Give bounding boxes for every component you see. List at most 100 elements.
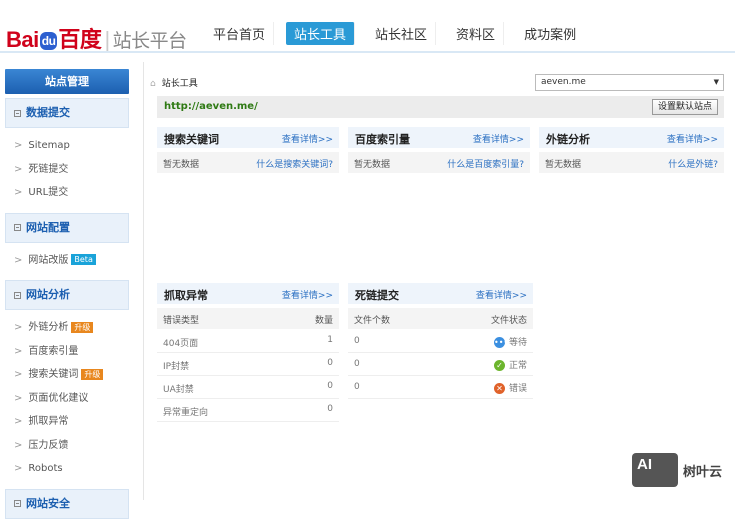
no-data-text: 暂无数据 — [545, 160, 582, 170]
pending-icon: ••• — [493, 337, 509, 348]
panel-title: 外链分析 — [546, 133, 590, 146]
item-label: Sitemap — [28, 140, 70, 151]
section-site-security[interactable]: 网站安全 — [5, 488, 129, 519]
column-header: 错误类型 — [163, 316, 200, 326]
chevron-right-icon: > — [14, 254, 23, 266]
sidebar-item-index[interactable]: > 百度索引量 — [5, 340, 129, 364]
item-label: 页面优化建议 — [28, 392, 89, 404]
error-count: 0 — [327, 381, 333, 391]
breadcrumb: ⌂ 站长工具 — [150, 76, 198, 89]
sidebar-item-robots[interactable]: > Robots — [5, 457, 129, 481]
collapse-icon — [14, 224, 21, 231]
sidebar-item-keywords[interactable]: > 搜索关键词 升级 — [5, 363, 129, 387]
section-site-config[interactable]: 网站配置 — [5, 212, 129, 243]
no-data-text: 暂无数据 — [354, 160, 391, 170]
panel-deadlink-submit: 死链提交 查看详情>> 文件个数 文件状态 0 •••等待 0 ✓ 正常 0 ✕ 错误 — [348, 283, 533, 399]
table-row: UA封禁 0 — [157, 376, 339, 399]
item-label: 死链提交 — [28, 163, 69, 175]
section-label: 网站安全 — [26, 496, 70, 510]
nav-community[interactable]: 站长社区 — [367, 22, 437, 45]
upgrade-badge: 升级 — [71, 321, 94, 333]
error-count: 1 — [327, 335, 333, 345]
help-link[interactable]: 什么是百度索引量? — [447, 157, 524, 170]
baidu-logo[interactable]: Bai du 百度 | 站长平台 — [6, 22, 187, 54]
paw-icon: du — [39, 32, 58, 51]
item-label: 百度索引量 — [28, 345, 79, 357]
site-select[interactable]: aeven.me ▼ — [535, 74, 724, 91]
view-details-link[interactable]: 查看详情>> — [282, 288, 333, 301]
chevron-right-icon: > — [14, 463, 23, 474]
section-label: 网站配置 — [26, 220, 70, 234]
chevron-right-icon: > — [14, 439, 23, 451]
error-count: 0 — [327, 358, 333, 368]
panel-title: 百度索引量 — [355, 133, 410, 146]
panel-backlinks: 外链分析 查看详情>> 暂无数据 什么是外链? — [539, 127, 724, 173]
sidebar-item-deadlink[interactable]: > 死链提交 — [5, 158, 129, 182]
error-type: 404页面 — [163, 339, 199, 349]
file-status: 正常 — [508, 361, 527, 371]
sidebar-item-crawl-errors[interactable]: > 抓取异常 — [5, 410, 129, 434]
upgrade-badge: 升级 — [81, 368, 104, 380]
view-details-link[interactable]: 查看详情>> — [476, 288, 527, 301]
table-row: 404页面 1 — [157, 330, 339, 353]
section-label: 网站分析 — [26, 288, 70, 301]
sidebar-item-backlinks[interactable]: > 外链分析 升级 — [5, 316, 129, 340]
dropdown-arrow-icon: ▼ — [713, 78, 719, 86]
beta-badge: Beta — [71, 254, 96, 265]
panel-keywords: 搜索关键词 查看详情>> 暂无数据 什么是搜索关键词? — [157, 127, 339, 173]
section-site-analysis[interactable]: 网站分析 — [5, 280, 129, 310]
panel-crawl-errors: 抓取异常 查看详情>> 错误类型 数量 404页面 1 IP封禁 0 UA封禁 0 异常重… — [157, 283, 339, 422]
nav-home[interactable]: 平台首页 — [205, 22, 275, 45]
help-link[interactable]: 什么是搜索关键词? — [256, 157, 333, 170]
file-status: 等待 — [508, 338, 527, 348]
logo-text: Bai — [6, 27, 39, 52]
section-label: 数据提交 — [26, 106, 70, 119]
top-nav: 平台首页 站长工具 站长社区 资料区 成功案例 — [205, 22, 596, 45]
table-row: 异常重定向 0 — [157, 399, 339, 422]
view-details-link[interactable]: 查看详情>> — [667, 132, 718, 145]
section-data-submit[interactable]: 数据提交 — [5, 98, 129, 128]
item-label: Robots — [28, 463, 63, 474]
table-row: 0 ✕ 错误 — [348, 376, 533, 399]
collapse-icon — [14, 291, 21, 299]
chevron-right-icon: > — [14, 416, 23, 427]
collapse-icon — [14, 500, 21, 507]
nav-tools[interactable]: 站长工具 — [286, 22, 356, 45]
chevron-right-icon: > — [14, 392, 23, 404]
error-type: 异常重定向 — [163, 408, 209, 418]
no-data-text: 暂无数据 — [163, 160, 200, 170]
table-row: 0 •••等待 — [348, 330, 533, 353]
nav-resources[interactable]: 资料区 — [448, 22, 505, 45]
table-row: IP封禁 0 — [157, 353, 339, 376]
chevron-right-icon: > — [14, 369, 23, 380]
view-details-link[interactable]: 查看详情>> — [473, 132, 524, 145]
view-details-link[interactable]: 查看详情>> — [282, 132, 333, 145]
site-url-bar: http://aeven.me/设置默认站点 — [157, 96, 724, 118]
header-divider — [0, 51, 735, 53]
panel-title: 抓取异常 — [164, 289, 208, 302]
nav-cases[interactable]: 成功案例 — [516, 22, 584, 45]
column-header: 文件个数 — [354, 316, 391, 326]
panel-title: 搜索关键词 — [164, 133, 219, 146]
item-label: URL提交 — [28, 187, 69, 198]
set-default-site-button[interactable]: 设置默认站点 — [651, 99, 718, 115]
site-management-button[interactable]: 站点管理 — [5, 69, 129, 94]
home-icon[interactable]: ⌂ — [150, 79, 156, 89]
error-count: 0 — [327, 404, 333, 414]
item-label: 抓取异常 — [28, 416, 69, 427]
panel-index: 百度索引量 查看详情>> 暂无数据 什么是百度索引量? — [348, 127, 530, 173]
sidebar-item-url-submit[interactable]: > URL提交 — [5, 181, 129, 205]
breadcrumb-label: 站长工具 — [161, 79, 198, 89]
site-url[interactable]: http://aeven.me/ — [164, 101, 258, 112]
check-icon: ✓ — [493, 360, 505, 371]
sidebar-item-site-revision[interactable]: > 网站改版 Beta — [5, 249, 129, 273]
file-count: 0 — [354, 336, 360, 346]
sidebar-item-optimization[interactable]: > 页面优化建议 — [5, 387, 129, 411]
sidebar-item-sitemap[interactable]: > Sitemap — [5, 134, 129, 158]
column-header: 文件状态 — [490, 316, 527, 326]
error-type: UA封禁 — [163, 385, 194, 395]
error-type: IP封禁 — [163, 362, 190, 372]
sidebar-item-pressure[interactable]: > 压力反馈 — [5, 434, 129, 458]
help-link[interactable]: 什么是外链? — [668, 157, 718, 170]
item-label: 搜索关键词 — [28, 369, 79, 380]
